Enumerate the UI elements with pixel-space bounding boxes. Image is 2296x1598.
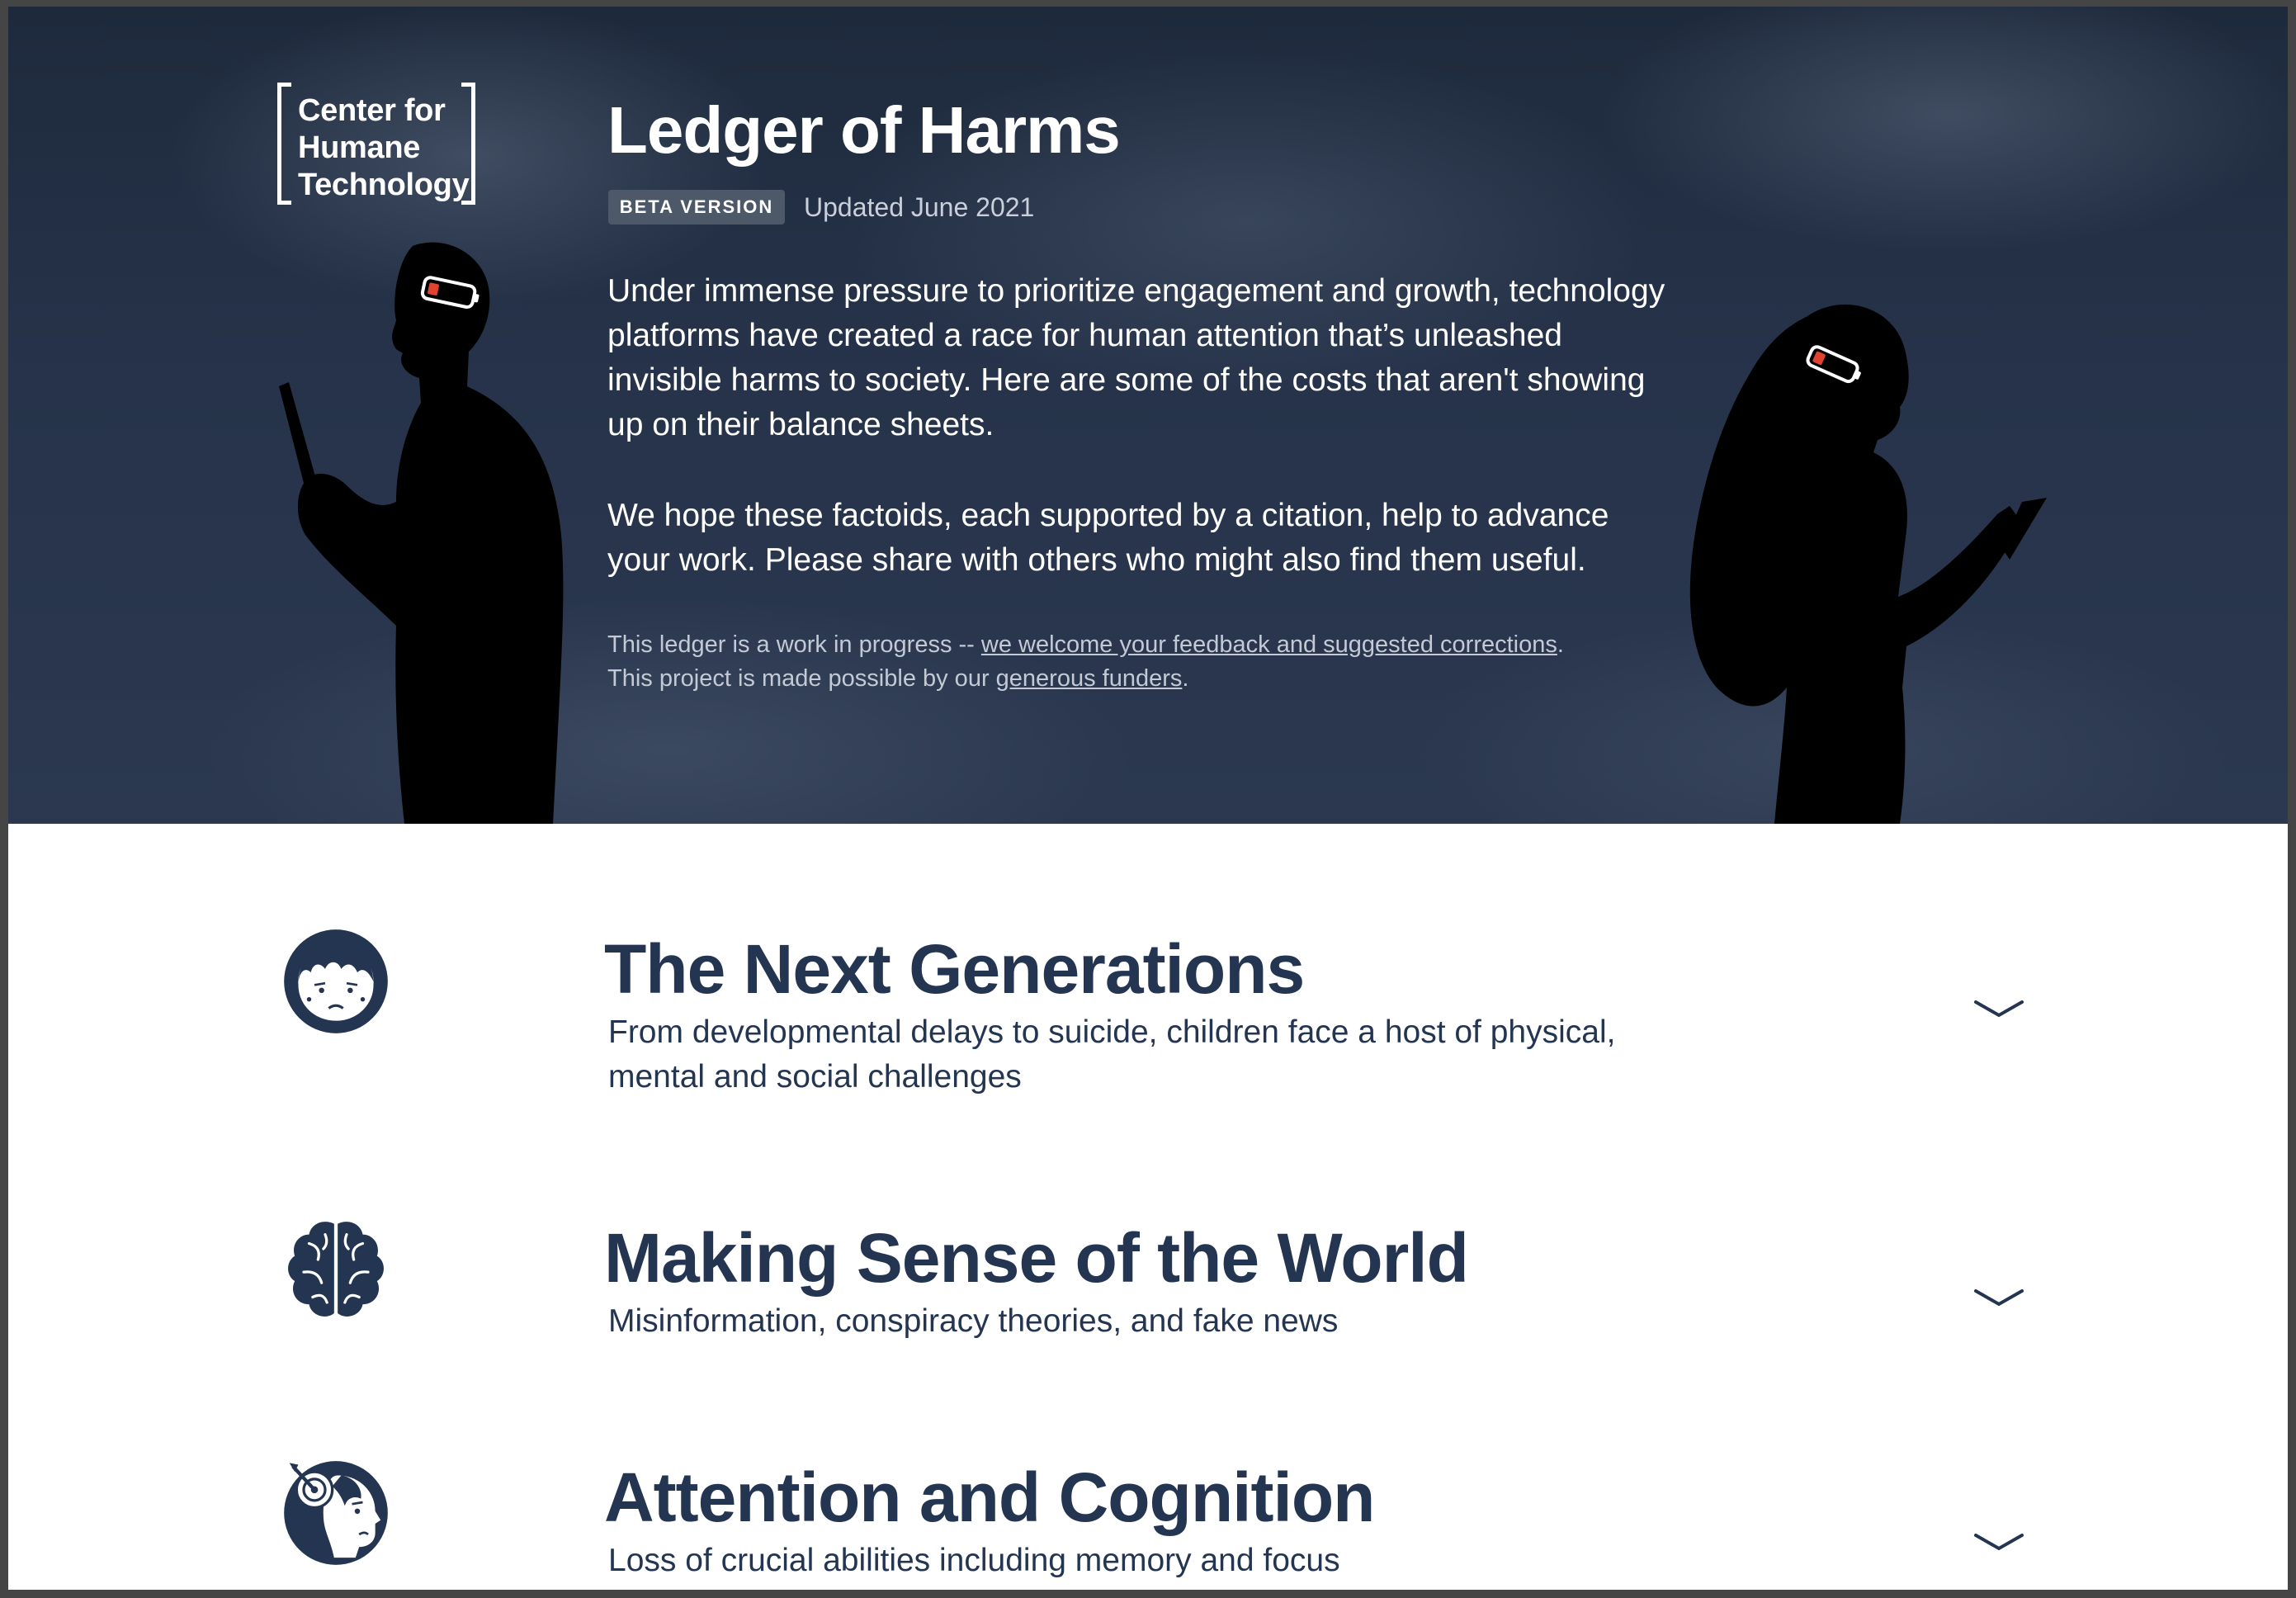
updated-date: Updated June 2021 xyxy=(804,192,1035,222)
section-description: Loss of crucial abilities including memo… xyxy=(608,1543,1340,1578)
feedback-link[interactable]: we welcome your feedback and suggested c… xyxy=(981,631,1557,658)
funders-link[interactable]: generous funders xyxy=(996,665,1183,692)
beta-badge: BETA VERSION xyxy=(608,190,785,225)
chevron-down-icon[interactable] xyxy=(1974,997,2024,1022)
section-title: Making Sense of the World xyxy=(604,1219,1469,1297)
page-title: Ledger of Harms xyxy=(607,93,1121,167)
logo-text: Center for Humane Technology xyxy=(298,93,470,202)
section-description: Misinformation, conspiracy theories, and… xyxy=(608,1303,1339,1339)
man-silhouette-illustration xyxy=(279,242,564,824)
child-face-icon xyxy=(284,929,388,1033)
work-in-progress-note: This ledger is a work in progress -- we … xyxy=(607,631,1564,658)
section-next-generations[interactable]: The Next Generations From developmental … xyxy=(8,906,2288,1121)
section-description: From developmental delays to suicide, ch… xyxy=(608,1014,1616,1094)
hero-banner: Center for Humane Technology Ledger of H… xyxy=(8,7,2288,824)
page: Center for Humane Technology Ledger of H… xyxy=(8,7,2288,1590)
section-title: Attention and Cognition xyxy=(604,1459,1375,1536)
funders-note: This project is made possible by our gen… xyxy=(607,665,1189,692)
section-title: The Next Generations xyxy=(604,930,1305,1008)
brain-icon xyxy=(288,1222,384,1317)
section-attention-cognition[interactable]: Attention and Cognition Loss of crucial … xyxy=(8,1443,2288,1590)
chevron-down-icon[interactable] xyxy=(1974,1286,2024,1311)
head-target-icon xyxy=(284,1461,388,1565)
intro-paragraph-2: We hope these factoids, each supported b… xyxy=(607,498,1609,578)
woman-silhouette-illustration xyxy=(1689,304,2047,824)
intro-paragraph: Under immense pressure to prioritize eng… xyxy=(607,273,1665,442)
cht-logo[interactable]: Center for Humane Technology xyxy=(277,83,475,205)
chevron-down-icon[interactable] xyxy=(1974,1530,2024,1555)
section-making-sense[interactable]: Making Sense of the World Misinformation… xyxy=(8,1195,2288,1410)
